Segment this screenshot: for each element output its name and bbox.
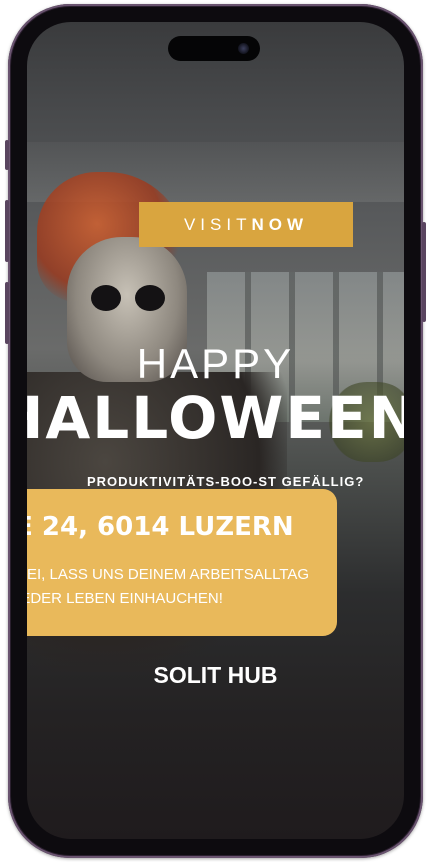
address-text-container: ALLMENDSTRASSE 24, 6014 LUZERN bbox=[27, 512, 347, 542]
dynamic-island bbox=[168, 36, 260, 61]
happy-heading: HAPPY bbox=[136, 340, 295, 387]
side-button-right bbox=[422, 222, 426, 322]
visit-now-button[interactable]: VISIT NOW bbox=[139, 202, 353, 247]
message-line-2: WIEDER LEBEN EINHAUCHEN! bbox=[27, 590, 223, 607]
visit-label: VISIT bbox=[183, 214, 252, 234]
message-line-1-container: BEI, LASS UNS DEINEM ARBEITSALLTAG bbox=[27, 566, 347, 583]
skull-eye-left bbox=[91, 285, 121, 311]
skull-eye-right bbox=[135, 285, 165, 311]
camera-icon bbox=[238, 43, 249, 54]
halloween-heading: HALLOWEEN bbox=[27, 384, 404, 452]
tagline: PRODUKTIVITÄTS-BOO-ST GEFÄLLIG? bbox=[87, 474, 365, 489]
side-button-left-3 bbox=[5, 282, 9, 344]
message-line-1: BEI, LASS UNS DEINEM ARBEITSALLTAG bbox=[27, 566, 310, 583]
side-button-left-2 bbox=[5, 200, 9, 262]
phone-screen: VISITNOW HAPPY HALLOWEEN PRODUKTIVITÄTS-… bbox=[27, 22, 404, 839]
address-text: ALLMENDSTRASSE 24, 6014 LUZERN bbox=[27, 512, 294, 542]
message-line-2-container: WIEDER LEBEN EINHAUCHEN! bbox=[27, 590, 347, 607]
now-label: NOW bbox=[251, 214, 309, 234]
brand-name[interactable]: SOLIT HUB bbox=[27, 662, 404, 689]
side-button-left-1 bbox=[5, 140, 9, 170]
